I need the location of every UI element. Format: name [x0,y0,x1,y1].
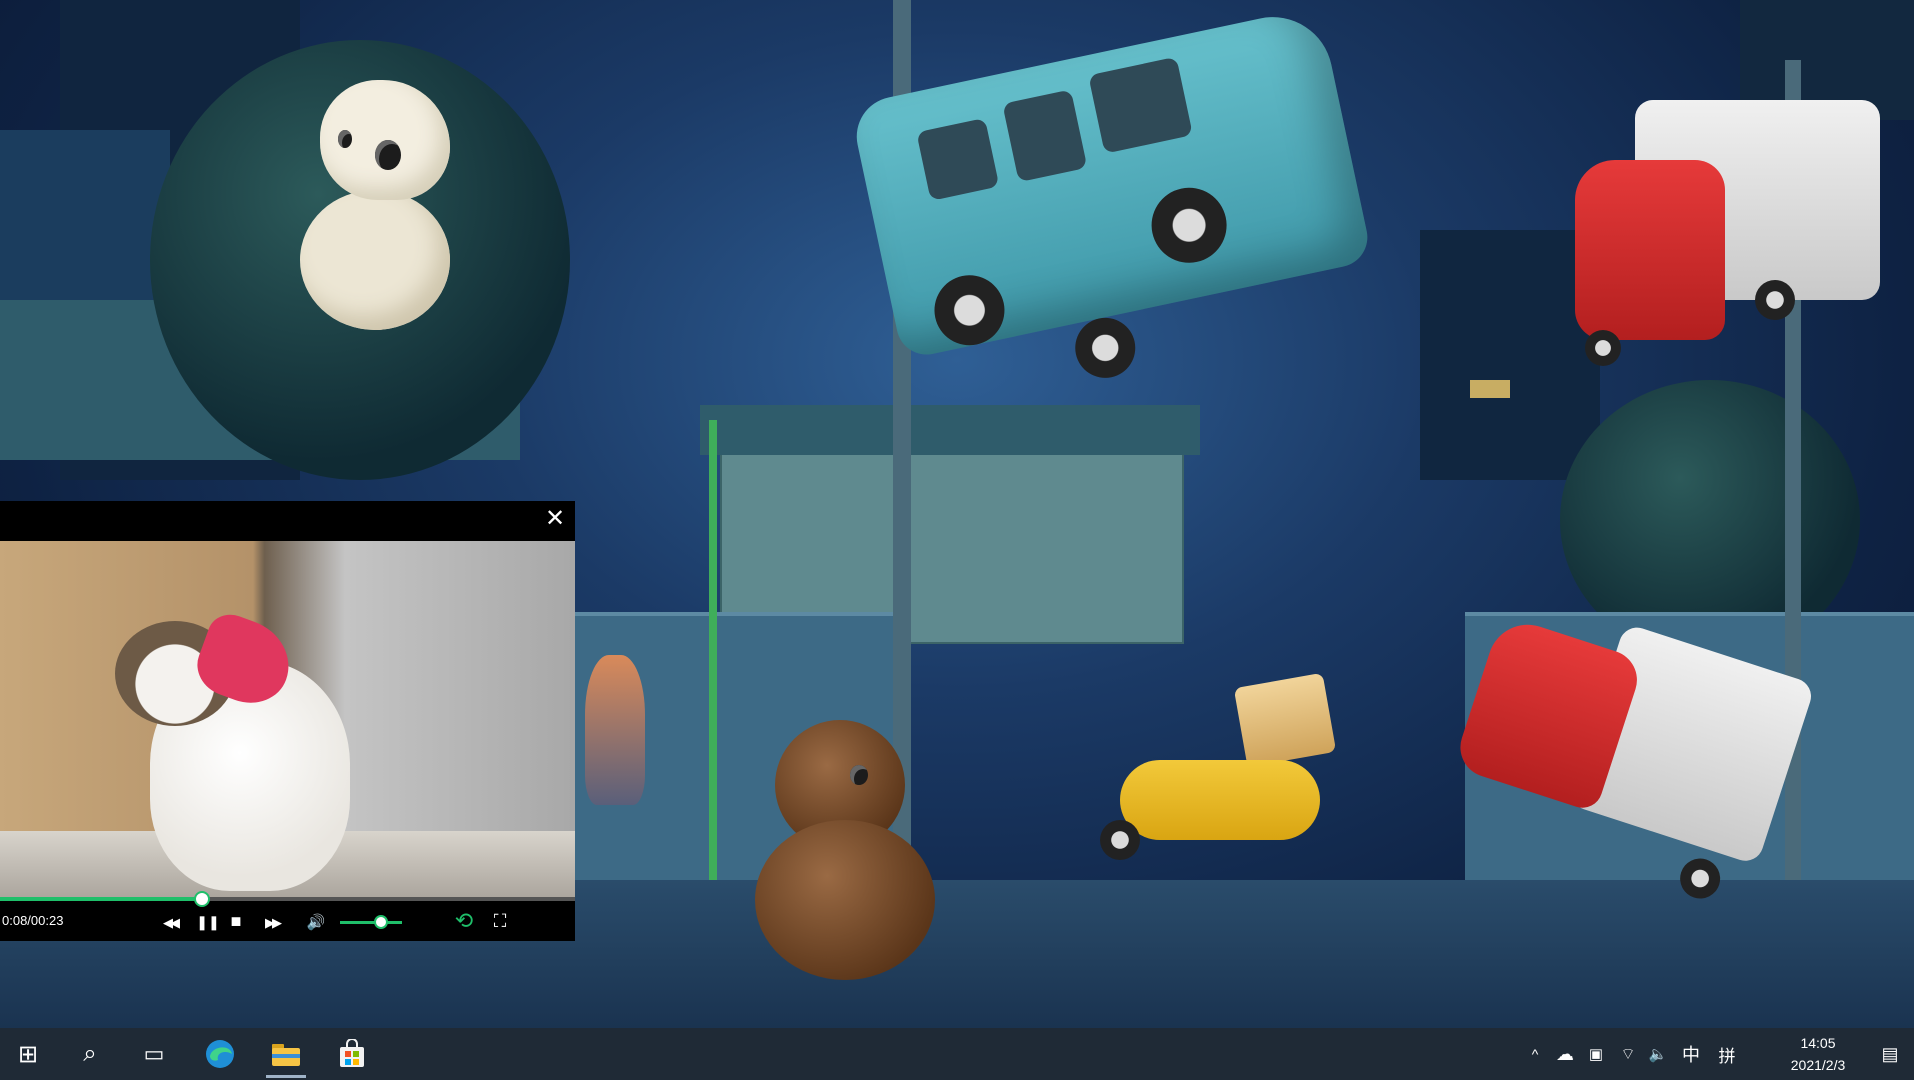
volume-tray-button[interactable]: 🔈 [1644,1028,1672,1080]
stop-button[interactable]: ■ [222,909,250,933]
volume-button[interactable]: 🔊 [302,909,330,933]
search-button[interactable]: ⌕ [62,1028,118,1080]
speaker-icon: 🔈 [1648,1046,1668,1063]
clock-date: 2021/2/3 [1790,1057,1846,1073]
close-button[interactable]: ✕ [543,507,567,531]
volume-handle[interactable] [374,915,389,929]
action-center-button[interactable]: ▤ [1874,1038,1906,1070]
sheep-plush-pet[interactable] [280,70,500,350]
folder-icon [272,1044,300,1066]
player-titlebar[interactable]: ✕ [0,501,575,541]
clock-time: 14:05 [1800,1035,1836,1051]
red-delivery-truck-pet-top[interactable] [1575,60,1885,370]
stop-icon: ■ [230,911,242,931]
search-icon: ⌕ [83,1040,97,1067]
monkey-plush-pet[interactable] [755,720,955,990]
fullscreen-icon: ⛶ [493,911,507,931]
store-bag-icon [340,1039,364,1067]
edge-icon [206,1040,234,1068]
onedrive-tray-button[interactable]: ☁ [1550,1028,1580,1080]
video-frame[interactable] [0,541,575,901]
ime-language-indicator: 中 [1682,1045,1700,1065]
yellow-scooter-pet[interactable] [1100,672,1340,870]
anime-girl-pet[interactable] [575,655,655,805]
pause-button[interactable]: ❚❚ [194,909,222,933]
taskbar-clock[interactable]: 14:05 2021/2/3 [1778,1032,1858,1076]
task-view-button[interactable]: ▭ [126,1028,182,1080]
taskbar: ⊞ ⌕ ▭ ^ ☁ ▣ ⌔ 🔈 中 拼 14:05 2021/2/3 ▤ [0,1028,1914,1080]
chevron-up-icon: ^ [1531,1046,1539,1062]
pause-icon: ❚❚ [196,914,220,930]
file-explorer-taskbar-button[interactable] [258,1028,314,1080]
cloud-icon: ☁ [1556,1043,1574,1064]
store-taskbar-button[interactable] [324,1028,380,1080]
edge-taskbar-button[interactable] [192,1028,248,1080]
desktop-wallpaper: ✕ 0:08/00:23 ◀◀ ❚❚ ■ ▶▶ 🔊 ⟲ ⛶ [0,0,1914,1028]
start-button[interactable]: ⊞ [0,1028,56,1080]
seek-bar-fill [0,897,202,901]
ime-mode-button[interactable]: 拼 [1712,1028,1742,1080]
speaker-icon: 🔊 [306,914,326,931]
battery-icon: ▣ [1588,1046,1604,1063]
building-window [1470,380,1510,398]
loop-button[interactable]: ⟲ [450,909,478,933]
volume-slider[interactable] [340,921,402,924]
battery-tray-button[interactable]: ▣ [1582,1028,1610,1080]
loop-icon: ⟲ [454,908,474,933]
street-lamp-pole [709,420,717,880]
seek-handle[interactable] [194,891,211,907]
rewind-button[interactable]: ◀◀ [156,909,184,933]
blue-van-pet[interactable] [841,0,1414,438]
building [1420,230,1600,480]
video-player-window[interactable]: ✕ 0:08/00:23 ◀◀ ❚❚ ■ ▶▶ 🔊 ⟲ ⛶ [0,501,575,941]
wifi-icon: ⌔ [1620,1046,1636,1063]
ime-mode-indicator: 拼 [1718,1046,1736,1066]
forward-button[interactable]: ▶▶ [258,909,286,933]
playback-time: 0:08/00:23 [2,913,64,928]
rewind-icon: ◀◀ [163,915,180,930]
player-controls: 0:08/00:23 ◀◀ ❚❚ ■ ▶▶ 🔊 ⟲ ⛶ [0,891,575,941]
ime-language-button[interactable]: 中 [1676,1028,1706,1080]
notification-icon: ▤ [1881,1044,1899,1064]
close-icon: ✕ [544,505,566,532]
tray-overflow-chevron[interactable]: ^ [1524,1028,1546,1080]
fullscreen-button[interactable]: ⛶ [486,909,514,933]
task-view-icon: ▭ [143,1041,165,1066]
forward-icon: ▶▶ [265,915,282,930]
network-tray-button[interactable]: ⌔ [1614,1028,1642,1080]
windows-logo-icon: ⊞ [17,1040,39,1068]
